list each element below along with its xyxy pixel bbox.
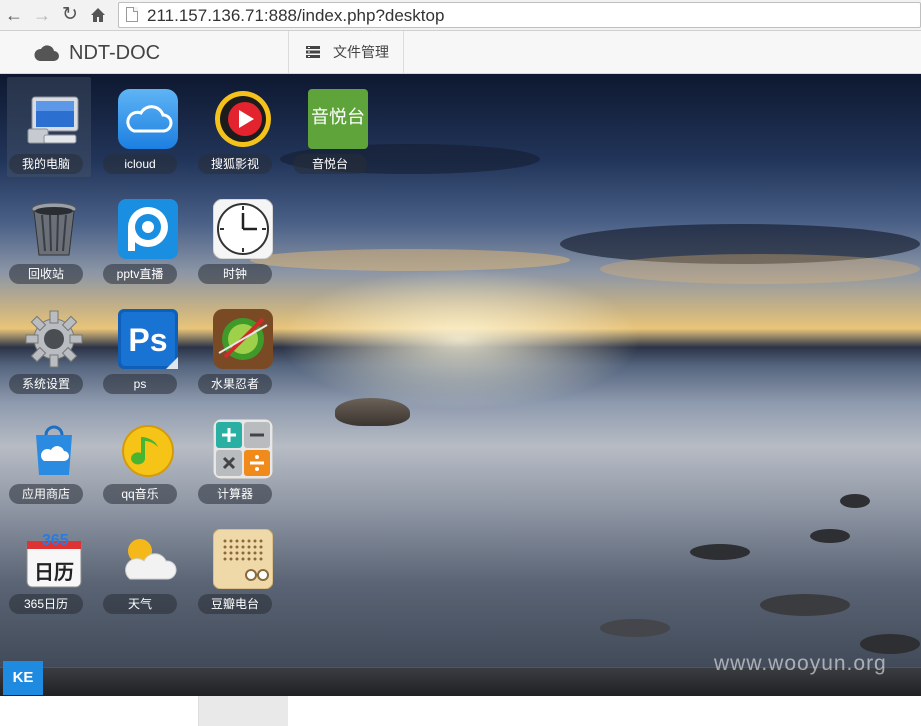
app-label: icloud [103, 154, 177, 174]
app-weather[interactable]: 天气 [101, 517, 185, 617]
pptv-icon [118, 199, 178, 259]
tab-file-manager-label: 文件管理 [333, 44, 389, 60]
app-label: 水果忍者 [198, 374, 272, 394]
app-fruit-ninja[interactable]: 水果忍者 [196, 297, 280, 397]
app-header: NDT-DOC 桌面 文件管理 [0, 31, 921, 726]
app-calendar-365[interactable]: 365 日历 365日历 [7, 517, 91, 617]
app-icloud[interactable]: icloud [101, 77, 185, 177]
computer-icon [27, 96, 79, 144]
app-store[interactable]: 应用商店 [7, 407, 91, 507]
yinyuetai-logo-text: 音悦台 [311, 107, 365, 128]
tab-file-manager[interactable]: 文件管理 [288, 31, 404, 73]
app-douban-radio[interactable]: 豆瓣电台 [196, 517, 280, 617]
app-label: 天气 [103, 594, 177, 614]
watermark: www.wooyun.org [714, 652, 887, 675]
app-sohu-video[interactable]: 搜狐影视 [196, 77, 280, 177]
app-label: 回收站 [9, 264, 83, 284]
wallpaper-cloud [600, 254, 920, 284]
cloud-icon [34, 45, 59, 61]
calendar-text: 日历 [34, 560, 74, 584]
icloud-icon [118, 89, 178, 149]
server-icon [306, 46, 320, 58]
app-label: 系统设置 [9, 374, 83, 394]
sohu-video-icon [215, 91, 271, 147]
app-label: ps [103, 374, 177, 394]
app-my-computer[interactable]: 我的电脑 [7, 77, 91, 177]
app-settings[interactable]: 系统设置 [7, 297, 91, 397]
recycle-bin-icon [31, 202, 77, 256]
photoshop-icon: Ps [118, 309, 178, 369]
wallpaper-pebble [690, 544, 750, 560]
app-photoshop[interactable]: Ps ps [101, 297, 185, 397]
calendar-365-icon: 365 日历 [26, 532, 82, 588]
app-label: 我的电脑 [9, 154, 83, 174]
wallpaper-cloud [250, 249, 570, 271]
app-label: 365日历 [9, 594, 83, 614]
app-label: qq音乐 [103, 484, 177, 504]
qq-music-icon [122, 425, 174, 477]
app-label: 计算器 [198, 484, 272, 504]
weather-icon [125, 539, 177, 580]
browser-toolbar: ← → ↻ 211.157.136.71:888/index.php?deskt… [0, 0, 921, 31]
url-text[interactable]: 211.157.136.71:888/index.php?desktop [147, 6, 444, 26]
brand[interactable]: NDT-DOC [33, 40, 160, 66]
yinyuetai-icon: 音悦台 [308, 89, 368, 149]
page-icon [126, 7, 138, 22]
wallpaper-pebble [600, 619, 670, 637]
wallpaper-pebble [760, 594, 850, 616]
app-label: 搜狐影视 [198, 154, 272, 174]
app-clock[interactable]: 时钟 [196, 187, 280, 287]
ps-logo-text: Ps [128, 322, 167, 358]
fruit-ninja-icon [213, 309, 273, 369]
wallpaper-pebble [810, 529, 850, 543]
wallpaper-pebble [860, 634, 920, 654]
start-button[interactable]: KE [3, 661, 43, 695]
app-label: 时钟 [198, 264, 272, 284]
app-recycle-bin[interactable]: 回收站 [7, 187, 91, 287]
back-arrow-icon[interactable]: ← [3, 4, 25, 26]
app-store-bag-icon [36, 425, 72, 475]
app-pptv[interactable]: pptv直播 [101, 187, 185, 287]
app-label: 应用商店 [9, 484, 83, 504]
calendar-number-text: 365 [42, 532, 69, 549]
douban-radio-icon [213, 529, 273, 589]
calculator-icon [213, 419, 273, 479]
app-calculator[interactable]: 计算器 [196, 407, 280, 507]
settings-gear-icon [25, 310, 83, 368]
app-label: 音悦台 [293, 154, 367, 174]
desktop-area: 我的电脑 icloud 搜狐影视 音悦台 音悦台 回收站 pptv直播 时钟 系… [0, 74, 921, 695]
address-bar[interactable]: 211.157.136.71:888/index.php?desktop [118, 2, 921, 28]
home-icon[interactable] [87, 4, 109, 26]
wallpaper-pebble [840, 494, 870, 508]
forward-arrow-icon[interactable]: → [31, 4, 53, 26]
reload-icon[interactable]: ↻ [59, 4, 81, 26]
app-qq-music[interactable]: qq音乐 [101, 407, 185, 507]
app-yinyuetai[interactable]: 音悦台 音悦台 [291, 77, 375, 177]
app-label: pptv直播 [103, 264, 177, 284]
brand-name: NDT-DOC [69, 41, 161, 64]
clock-icon [213, 199, 273, 259]
app-label: 豆瓣电台 [198, 594, 272, 614]
wallpaper-rock [335, 398, 410, 426]
